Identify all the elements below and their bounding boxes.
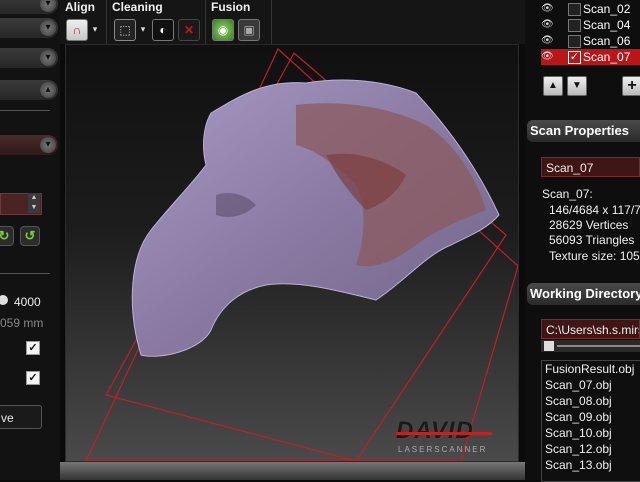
divider [0,273,50,274]
rotate-left-button[interactable]: ↻ [0,226,14,246]
scan-info-vertices: 28629 Vertices [549,218,629,232]
logo-brand: DAVID [396,417,474,444]
scan-row[interactable]: 👁 Scan_06 [541,33,640,49]
chevron-down-icon: ▾ [40,50,56,66]
left-spinner[interactable]: ▲ ▼ [28,193,40,213]
save-button-label: ve [1,411,14,425]
eye-icon[interactable]: 👁 [541,1,555,17]
scan-name-field[interactable]: Scan_07 [541,157,640,177]
eye-icon[interactable]: 👁 [541,33,555,49]
chevron-up-icon: ▴ [40,82,56,98]
chevron-down-icon: ▾ [40,0,56,12]
scan-row[interactable]: 👁 Scan_02 [541,1,640,17]
list-item[interactable]: Scan_07.obj [542,377,640,393]
viewport-bottom-bar [60,462,525,480]
list-item[interactable]: Scan_12.obj [542,441,640,457]
magnet-icon[interactable]: ∩ [66,19,88,41]
left-combo-3[interactable]: ▾ [0,48,58,68]
scan-checkbox-checked[interactable]: ✓ [568,51,581,64]
list-item[interactable]: FusionResult.obj [542,361,640,377]
logo-bar [396,432,492,435]
divider [271,0,272,44]
move-down-button[interactable]: ▼ [567,76,587,96]
chevron-down-icon: ▾ [40,137,56,153]
eye-icon[interactable]: 👁 [541,17,555,33]
logo-sub: LASERSCANNER [398,445,488,454]
scan-info-title: Scan_07: [542,187,593,201]
scan-row-selected[interactable]: 👁 ✓ Scan_07 [541,49,640,65]
scan-label: Scan_07 [583,50,631,64]
value-mm: 059 mm [0,316,44,330]
toolbar: Align ∩ ▾ Cleaning ⬚ ▾ ◐ ✕ Fusion ◉ ▣ [60,0,525,44]
file-list[interactable]: FusionResult.obj Scan_07.obj Scan_08.obj… [541,360,640,482]
checkbox-2[interactable]: ✓ [26,371,40,385]
checkbox-1[interactable]: ✓ [26,341,40,355]
path-scrollbar[interactable] [541,340,640,352]
scan-info-resolution: 146/4684 x 117/7 [549,203,640,217]
scroll-track[interactable] [557,345,640,347]
fusion-group-label: Fusion [211,0,251,14]
scan-checkbox[interactable] [568,35,581,48]
cleaning-group-label: Cleaning [112,0,163,14]
left-combo-1[interactable]: ▾ [0,0,58,14]
list-item[interactable]: Scan_08.obj [542,393,640,409]
scan-mesh [131,79,500,357]
scan-row[interactable]: 👁 Scan_04 [541,17,640,33]
rotate-right-button[interactable]: ↺ [20,226,40,246]
scan-mesh-view [85,48,518,461]
scan-label: Scan_06 [583,34,631,48]
working-directory-header: Working Directory [527,283,640,305]
left-combo-4[interactable]: ▴ [0,80,58,100]
left-combo-5[interactable]: ▾ [0,135,58,155]
move-up-button[interactable]: ▲ [543,76,563,96]
delete-icon[interactable]: ✕ [178,19,200,41]
add-scan-button[interactable]: + [622,76,640,96]
scan-info-texture: Texture size: 1056 [549,249,640,263]
divider [106,0,107,44]
list-item[interactable]: Scan_09.obj [542,409,640,425]
divider [205,0,206,44]
divider [0,110,50,111]
scan-checkbox[interactable] [568,19,581,32]
list-item[interactable]: Scan_10.obj [542,425,640,441]
list-item[interactable]: Scan_13.obj [542,457,640,473]
align-dropdown[interactable]: ▾ [90,19,100,39]
align-group-label: Align [65,0,95,14]
scan-label: Scan_02 [583,2,631,16]
scroll-left-icon[interactable] [544,341,554,351]
chevron-down-icon: ▾ [40,20,56,36]
scan-properties-header: Scan Properties [527,120,640,142]
scan-checkbox[interactable] [568,3,581,16]
save-button[interactable]: ve [0,405,42,429]
eye-icon[interactable]: 👁 [541,49,555,65]
left-combo-2[interactable]: ▾ [0,18,58,38]
scan-info-triangles: 56093 Triangles [549,233,635,247]
brand-logo: DAVID LASERSCANNER [396,417,492,454]
fusion-start-icon[interactable]: ◉ [212,19,234,41]
value-4000: 4000 [14,295,41,309]
disk-save-icon[interactable]: ▣ [238,19,260,41]
invert-selection-icon[interactable]: ◐ [152,19,174,41]
selection-rect-icon[interactable]: ⬚ [114,19,136,41]
directory-path-field[interactable]: C:\Users\sh.s.mirsa [541,319,640,339]
3d-viewport[interactable]: DAVID LASERSCANNER [65,44,519,462]
scan-label: Scan_04 [583,18,631,32]
selection-dropdown[interactable]: ▾ [138,19,148,39]
